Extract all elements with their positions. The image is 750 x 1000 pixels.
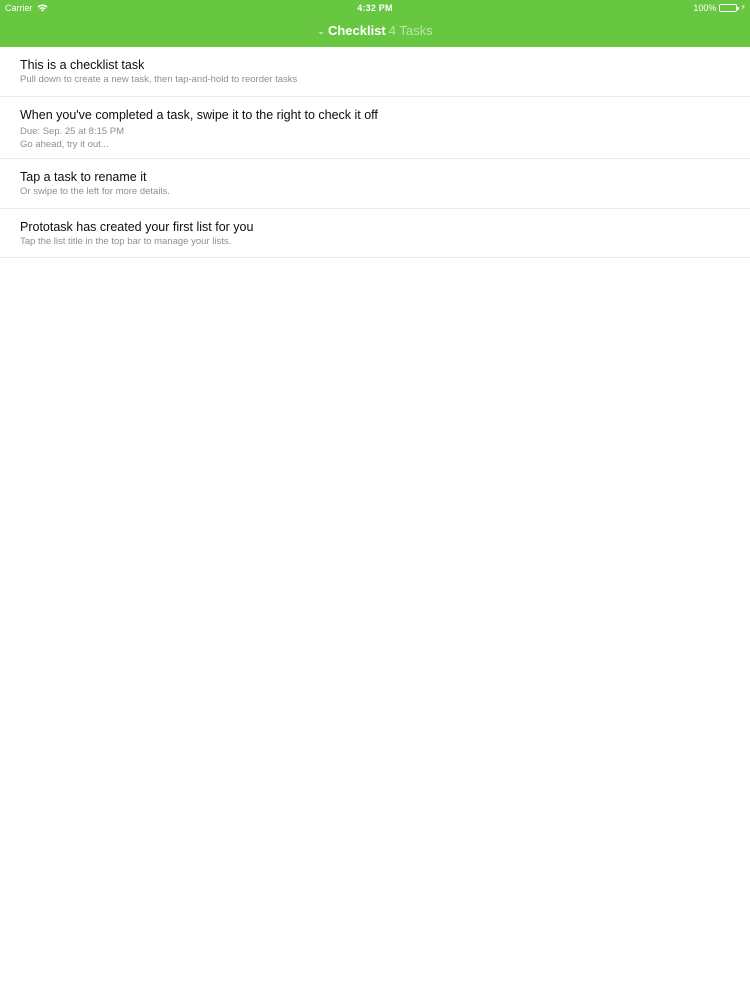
list-title: Checklist — [327, 23, 386, 38]
battery-indicator: 100% ⚡ — [693, 0, 746, 16]
lightning-icon: ⚡ — [740, 3, 746, 12]
task-due-date: Due: Sep. 25 at 8:15 PM — [20, 126, 125, 137]
task-row[interactable]: When you've completed a task, swipe it t… — [0, 97, 750, 159]
task-note: Go ahead, try it out... — [20, 139, 109, 150]
list-title-button[interactable]: ⌄ Checklist 4 Tasks — [0, 22, 750, 40]
task-note: Or swipe to the left for more details. — [20, 186, 170, 197]
task-note: Pull down to create a new task, then tap… — [20, 74, 298, 85]
task-row[interactable]: Tap a task to rename it Or swipe to the … — [0, 159, 750, 209]
task-row[interactable]: This is a checklist task Pull down to cr… — [0, 47, 750, 97]
task-count: 4 Tasks — [388, 23, 433, 38]
clock: 4:32 PM — [357, 3, 393, 13]
top-bar: Carrier 4:32 PM 100% ⚡ ⌄ Checklist 4 Tasks — [0, 0, 750, 47]
task-title: This is a checklist task — [20, 58, 145, 72]
task-row[interactable]: Prototask has created your first list fo… — [0, 209, 750, 258]
task-title: Tap a task to rename it — [20, 170, 147, 184]
task-title: Prototask has created your first list fo… — [20, 220, 254, 234]
chevron-down-icon: ⌄ — [317, 26, 325, 36]
battery-icon — [719, 4, 740, 12]
status-bar: Carrier 4:32 PM 100% ⚡ — [0, 0, 750, 16]
task-title: When you've completed a task, swipe it t… — [20, 108, 378, 122]
battery-percentage: 100% — [693, 3, 717, 13]
task-list: This is a checklist task Pull down to cr… — [0, 47, 750, 258]
task-note: Tap the list title in the top bar to man… — [20, 236, 232, 247]
